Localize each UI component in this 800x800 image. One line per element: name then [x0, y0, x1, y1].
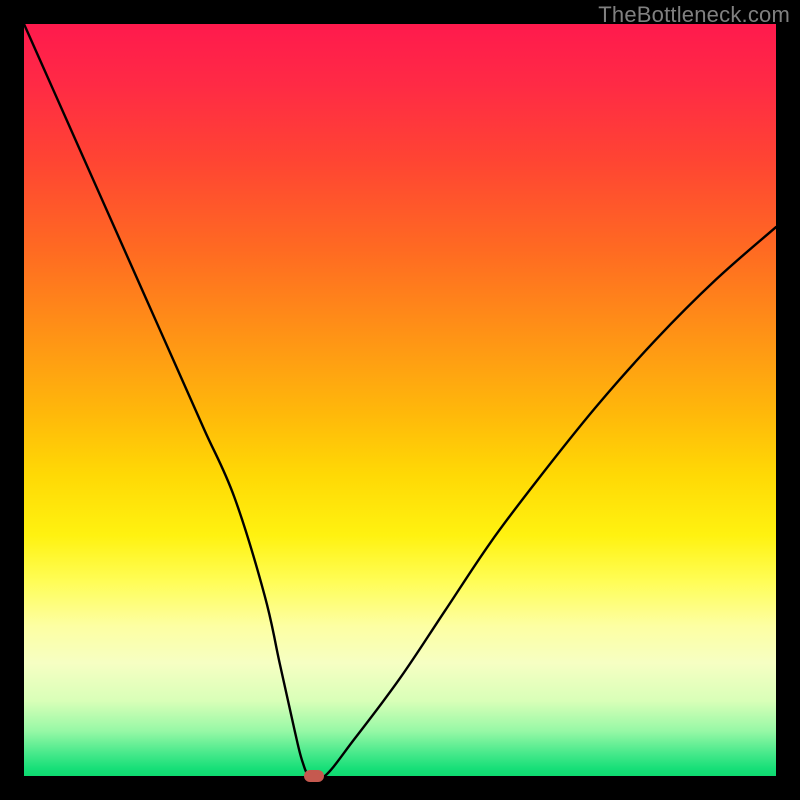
- chart-frame: TheBottleneck.com: [0, 0, 800, 800]
- minimum-marker: [304, 770, 324, 782]
- plot-area: [24, 24, 776, 776]
- bottleneck-curve: [24, 24, 776, 780]
- curve-svg: [24, 24, 776, 776]
